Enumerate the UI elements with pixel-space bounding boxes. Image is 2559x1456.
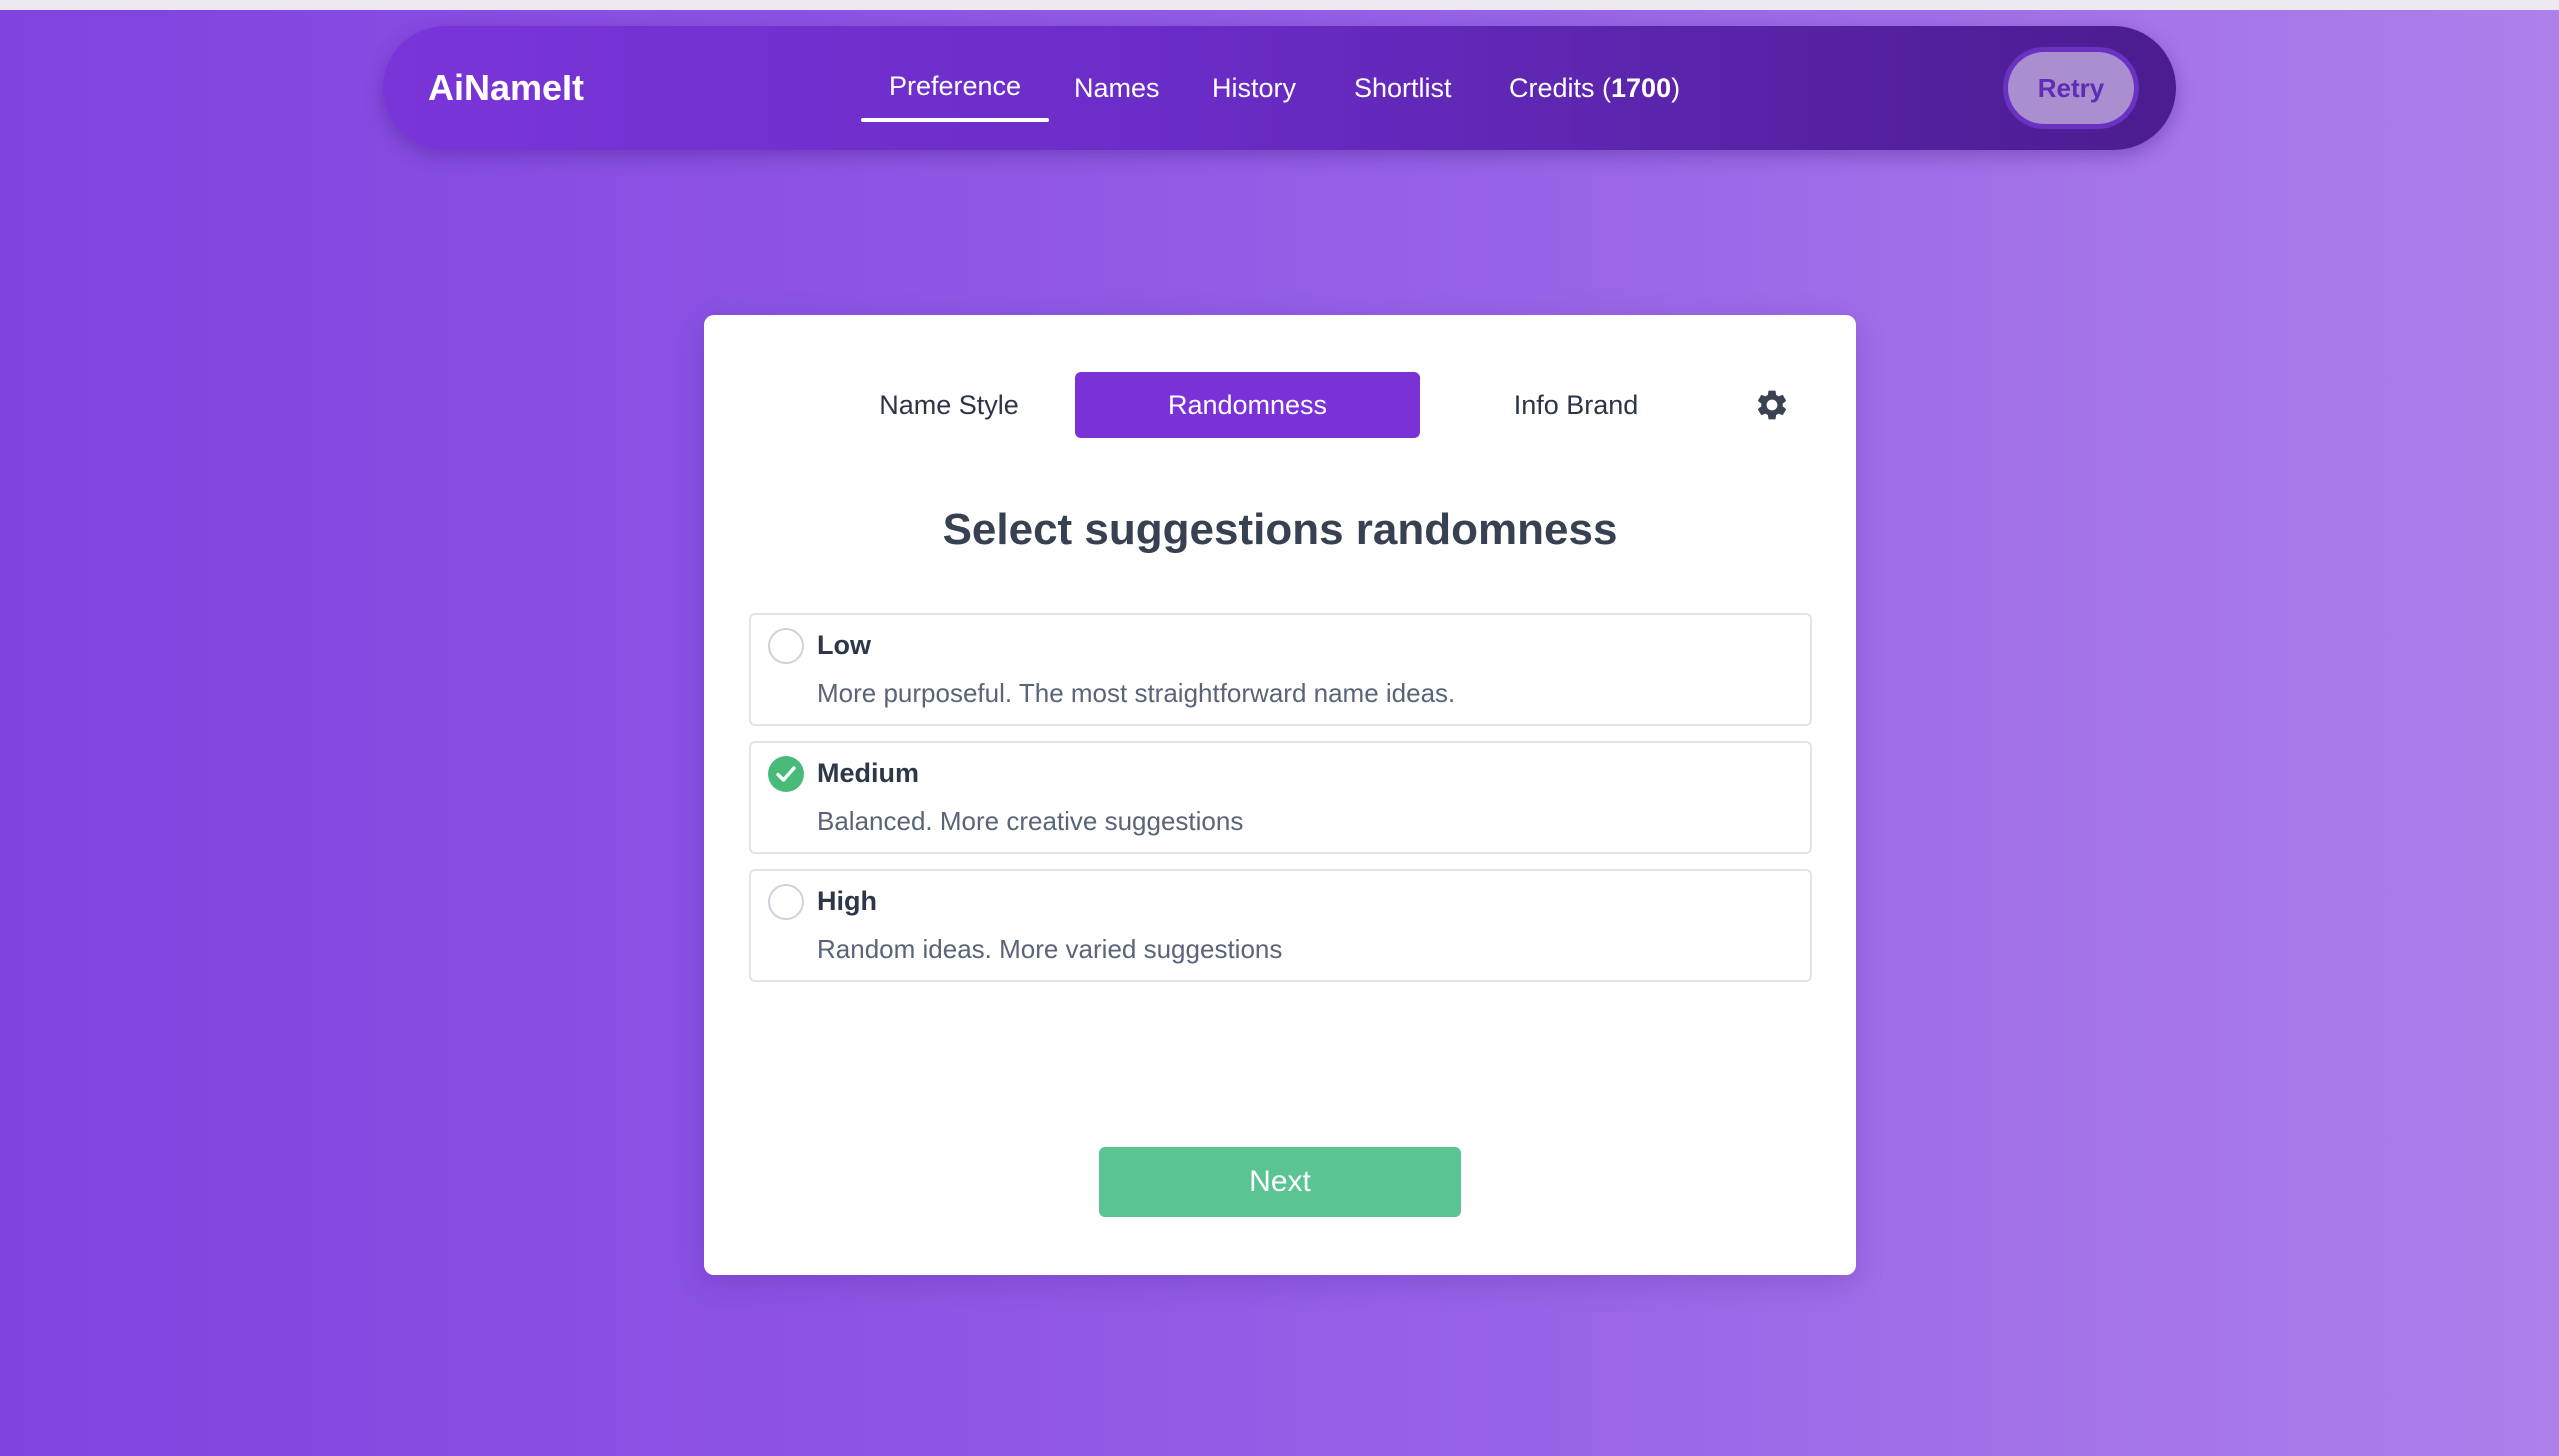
nav-link-shortlist[interactable]: Shortlist — [1354, 26, 1452, 150]
nav-link-preference[interactable]: Preference — [860, 26, 1050, 150]
option-description: Random ideas. More varied suggestions — [817, 934, 1283, 964]
tab-info-brand[interactable]: Info Brand — [1404, 372, 1748, 438]
option-title: Medium — [817, 758, 920, 788]
radio-unchecked-icon[interactable] — [768, 884, 804, 920]
window-top-border — [0, 0, 2559, 10]
option-description: More purposeful. The most straightforwar… — [817, 678, 1456, 708]
nav-links: Preference Names History Shortlist Credi… — [383, 26, 2176, 150]
radio-unchecked-icon[interactable] — [768, 628, 804, 664]
option-title: High — [817, 886, 877, 916]
nav-link-names[interactable]: Names — [1074, 26, 1160, 150]
top-navbar: AiNameIt Preference Names History Shortl… — [383, 26, 2176, 150]
credits-label: Credits ( — [1509, 73, 1612, 103]
credits-close: ) — [1671, 73, 1681, 103]
page-heading: Select suggestions randomness — [942, 505, 1618, 554]
radio-checked-icon[interactable] — [768, 756, 804, 792]
retry-button[interactable]: Retry — [2008, 52, 2134, 124]
gear-icon[interactable] — [1754, 387, 1790, 423]
option-description: Balanced. More creative suggestions — [817, 806, 1244, 836]
option-medium[interactable]: Medium Balanced. More creative suggestio… — [749, 741, 1812, 854]
credits-count: 1700 — [1611, 73, 1672, 103]
option-title: Low — [817, 630, 871, 660]
nav-link-history[interactable]: History — [1212, 26, 1296, 150]
next-button[interactable]: Next — [1099, 1147, 1461, 1217]
tab-name-style[interactable]: Name Style — [777, 372, 1121, 438]
nav-link-credits[interactable]: Credits (1700) — [1509, 26, 1680, 150]
tab-randomness[interactable]: Randomness — [1075, 372, 1420, 438]
preference-card: Name Style Randomness Info Brand Select … — [704, 315, 1856, 1275]
option-low[interactable]: Low More purposeful. The most straightfo… — [749, 613, 1812, 726]
option-high[interactable]: High Random ideas. More varied suggestio… — [749, 869, 1812, 982]
